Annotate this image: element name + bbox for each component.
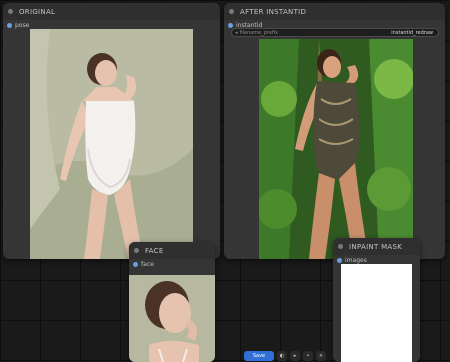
color-picker-icon[interactable]: ◐: [277, 350, 287, 361]
inpaint-mask-node[interactable]: INPAINT MASK images: [333, 238, 420, 362]
face-node-header[interactable]: FACE: [129, 242, 215, 259]
after-instantid-node-title: AFTER INSTANTID: [240, 7, 307, 16]
collapse-dot-icon[interactable]: [338, 244, 343, 249]
selection-toolbar: Save ◐ ▸ • ×: [244, 350, 326, 361]
original-node-title: ORIGINAL: [19, 7, 56, 16]
original-node[interactable]: ORIGINAL pose: [3, 3, 220, 259]
pose-slot-label: pose: [15, 22, 30, 29]
images-slot-label: images: [345, 257, 367, 264]
face-input-slot[interactable]: face: [129, 259, 215, 270]
input-dot-icon[interactable]: [7, 23, 12, 28]
input-dot-icon[interactable]: [133, 262, 138, 267]
input-dot-icon[interactable]: [337, 258, 342, 263]
collapse-dot-icon[interactable]: [8, 9, 13, 14]
pin-icon[interactable]: •: [303, 350, 313, 361]
original-image: [30, 29, 193, 259]
original-node-header[interactable]: ORIGINAL: [3, 3, 220, 20]
after-instantid-node[interactable]: AFTER INSTANTID instantid ◂ filename_pre…: [224, 3, 445, 259]
face-slot-label: face: [141, 261, 154, 268]
collapse-dot-icon[interactable]: [229, 9, 234, 14]
filename-prefix-label: filename_prefix: [239, 29, 279, 36]
after-instantid-node-header[interactable]: AFTER INSTANTID: [224, 3, 445, 20]
face-node[interactable]: FACE face: [129, 242, 215, 362]
collapse-dot-icon[interactable]: [134, 248, 139, 253]
inpaint-mask-node-header[interactable]: INPAINT MASK: [333, 238, 420, 255]
filename-prefix-field[interactable]: ◂ filename_prefix instantid_redraw: [231, 28, 439, 37]
left-arrow-icon[interactable]: ◂: [235, 30, 238, 36]
face-node-title: FACE: [145, 246, 164, 255]
group-save-button[interactable]: Save: [244, 350, 274, 361]
delete-icon[interactable]: ×: [316, 350, 326, 361]
group-save-label: Save: [252, 352, 266, 359]
filename-prefix-value: instantid_redraw: [391, 29, 433, 36]
inpaint-mask-node-title: INPAINT MASK: [349, 242, 403, 251]
bypass-icon[interactable]: ▸: [290, 350, 300, 361]
mask-image: [341, 264, 412, 362]
input-dot-icon[interactable]: [228, 23, 233, 28]
face-image: [129, 275, 215, 362]
instantid-result-image: [259, 39, 413, 259]
